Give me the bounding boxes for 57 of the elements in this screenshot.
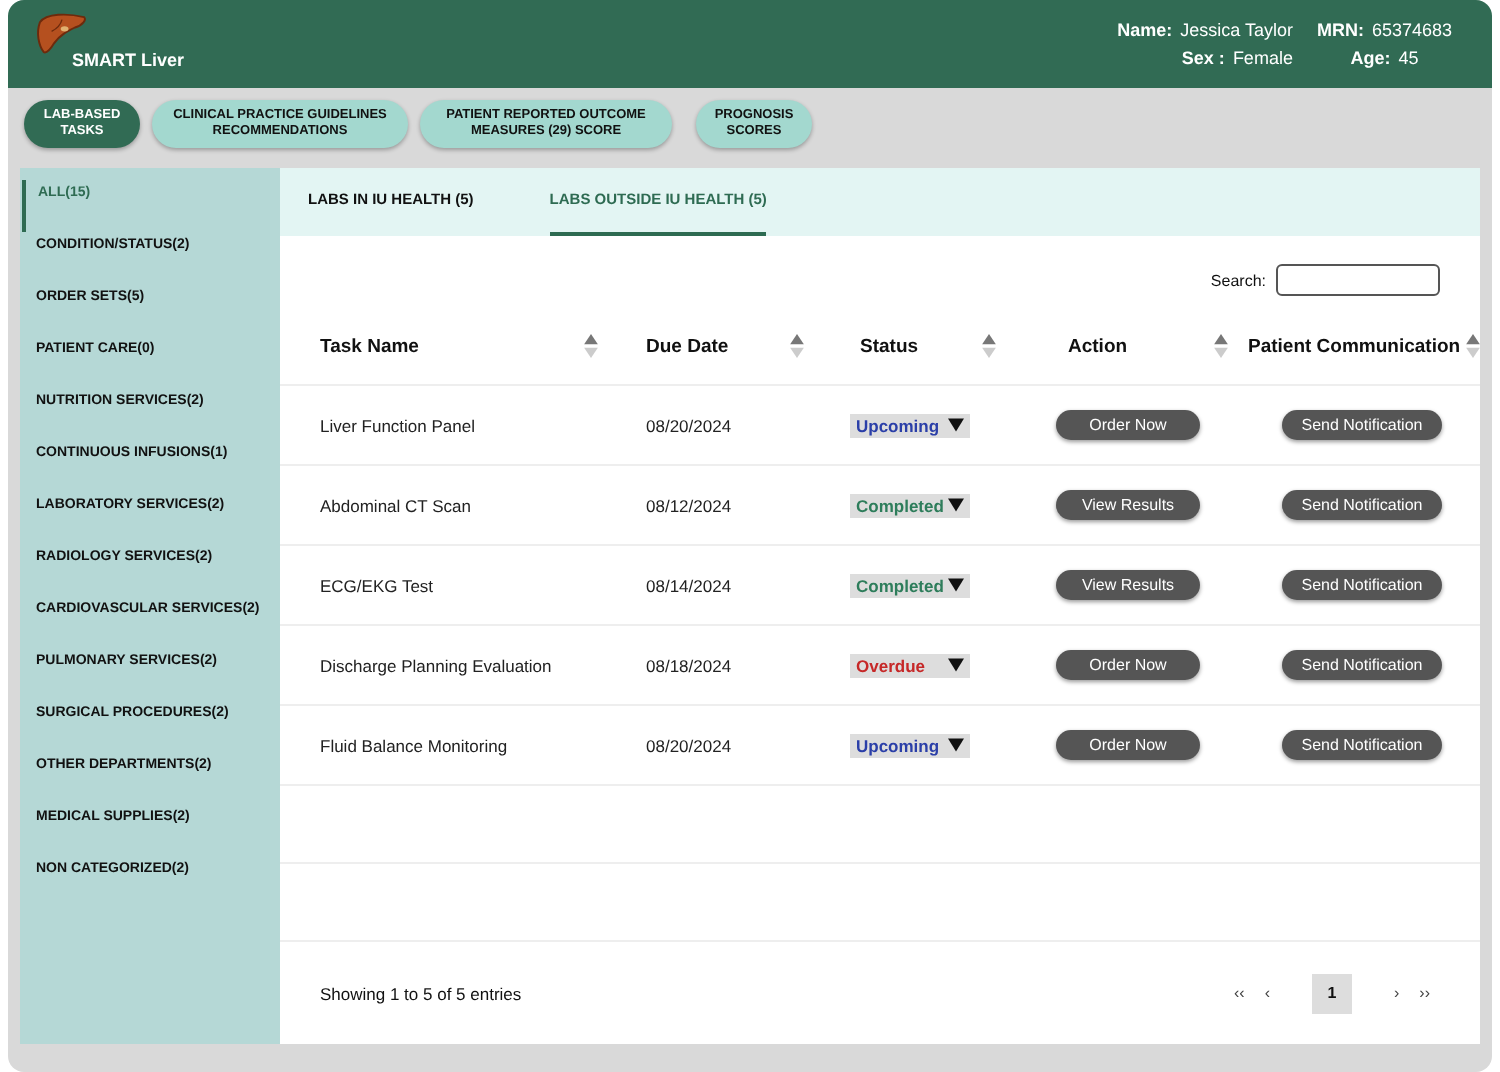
task-name: Discharge Planning Evaluation (320, 655, 552, 675)
sort-icon[interactable] (982, 334, 996, 358)
status-dropdown[interactable]: Upcoming (850, 413, 970, 437)
patient-field-value: 45 (1398, 48, 1419, 68)
column-header[interactable]: Task Name (320, 335, 419, 357)
due-date: 08/18/2024 (646, 655, 732, 675)
sort-icon[interactable] (584, 334, 598, 358)
due-date: 08/12/2024 (646, 495, 732, 515)
sort-icon[interactable] (1466, 334, 1480, 358)
action-button[interactable]: View Results (1056, 490, 1200, 520)
column-header[interactable]: Status (860, 335, 919, 357)
task-name: Fluid Balance Monitoring (320, 735, 508, 755)
send-notification-button[interactable]: Send Notification (1281, 570, 1443, 600)
patient-field-label: Name: (1117, 20, 1173, 40)
action-button[interactable]: View Results (1056, 570, 1200, 600)
status-dropdown[interactable]: Completed (850, 573, 970, 597)
app-name: SMART Liver (72, 50, 185, 70)
action-button[interactable]: Order Now (1056, 650, 1200, 680)
caret-icon (948, 578, 964, 592)
caret-icon (948, 658, 964, 672)
status-dropdown[interactable]: Overdue (850, 653, 970, 677)
caret-icon (948, 738, 964, 752)
task-name: Abdominal CT Scan (320, 495, 471, 515)
search-label: Search: (1210, 271, 1266, 289)
pagination-button[interactable]: › (1388, 980, 1406, 1006)
pagination-button[interactable]: ›› (1413, 980, 1436, 1006)
due-date: 08/20/2024 (646, 735, 732, 755)
send-notification-button[interactable]: Send Notification (1281, 650, 1443, 680)
sort-icon[interactable] (790, 334, 804, 358)
pagination-button[interactable]: ‹ (1258, 980, 1276, 1006)
column-header[interactable]: Due Date (646, 335, 729, 357)
patient-field-label: MRN: (1316, 20, 1364, 40)
send-notification-button[interactable]: Send Notification (1281, 490, 1443, 520)
column-header[interactable]: Action (1068, 335, 1128, 357)
status-dropdown[interactable]: Upcoming (850, 733, 970, 757)
patient-field-value: Jessica Taylor (1180, 20, 1293, 40)
entries-summary: Showing 1 to 5 of 5 entries (320, 983, 522, 1003)
action-button[interactable]: Order Now (1056, 410, 1200, 440)
action-button[interactable]: Order Now (1056, 730, 1200, 760)
patient-field-value: Female (1232, 48, 1293, 68)
send-notification-button[interactable]: Send Notification (1281, 410, 1443, 440)
due-date: 08/20/2024 (646, 415, 732, 435)
pagination-button[interactable]: ‹‹ (1228, 980, 1251, 1006)
status-dropdown[interactable]: Completed (850, 493, 970, 517)
due-date: 08/14/2024 (646, 575, 732, 595)
sort-icon[interactable] (1214, 334, 1228, 358)
send-notification-button[interactable]: Send Notification (1281, 730, 1443, 760)
column-header[interactable]: Patient Communication (1248, 335, 1461, 357)
pagination-button[interactable]: 1 (1312, 973, 1352, 1013)
task-name: ECG/EKG Test (320, 575, 434, 595)
patient-field-label: Sex : (1181, 48, 1225, 68)
caret-icon (948, 498, 964, 512)
patient-field-value: 65374683 (1371, 20, 1452, 40)
task-name: Liver Function Panel (320, 415, 475, 435)
patient-field-label: Age: (1350, 48, 1391, 68)
search-field[interactable] (1276, 264, 1440, 296)
caret-icon (948, 418, 964, 432)
